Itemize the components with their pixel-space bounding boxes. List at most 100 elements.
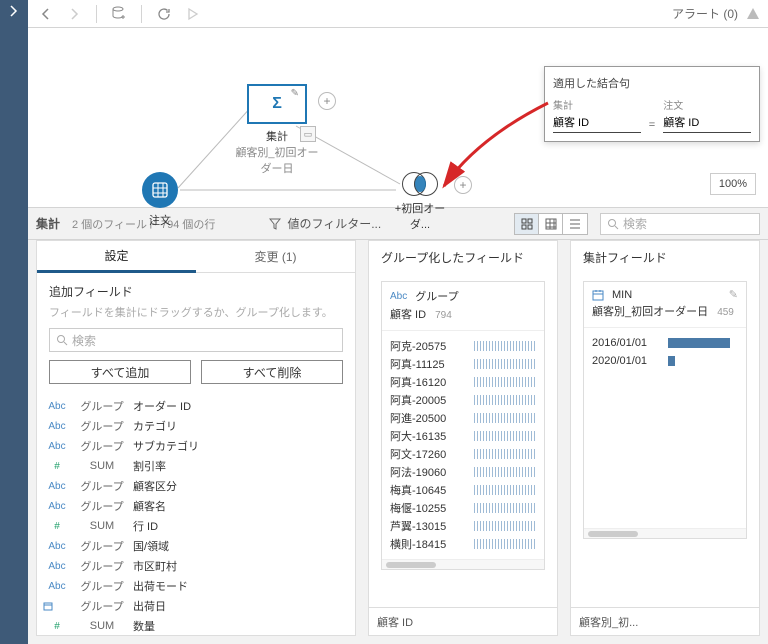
node-orders[interactable]: 注文 — [142, 172, 178, 228]
datasource-button[interactable] — [109, 4, 129, 24]
aggregate-field-card[interactable]: MIN ✎ 顧客別_初回オーダー日 459 2016/01/012020/01/… — [583, 281, 747, 539]
field-name: 顧客名 — [133, 498, 349, 514]
type-icon: Abc — [43, 541, 71, 552]
filter-button[interactable]: 値のフィルター... — [269, 215, 381, 232]
type-icon: Abc — [43, 421, 71, 432]
agg-label: グループ — [73, 558, 131, 574]
histogram-row[interactable]: 横則-18415 — [382, 535, 544, 553]
search-input[interactable]: 検索 — [600, 213, 760, 235]
refresh-button[interactable] — [154, 4, 174, 24]
aggregate-subtitle: 顧客別_初回オーダー日 — [232, 144, 322, 176]
card-field: 顧客 ID — [390, 309, 426, 321]
add-step-button[interactable]: + — [454, 176, 472, 194]
toolbar: アラート (0) — [28, 0, 768, 28]
histogram-row[interactable]: 梅真-10645 — [382, 481, 544, 499]
pencil-icon: ✎ — [291, 88, 299, 99]
field-name: 出荷日 — [133, 598, 349, 614]
histogram-row[interactable]: 2016/01/01 — [584, 334, 746, 352]
field-row[interactable]: グループ出荷日 — [43, 596, 349, 616]
funnel-icon — [269, 218, 281, 230]
callout-left-value[interactable]: 顧客 ID — [553, 112, 641, 133]
field-row[interactable]: Abcグループ顧客区分 — [43, 476, 349, 496]
field-row[interactable]: Abcグループカテゴリ — [43, 416, 349, 436]
agg-label: グループ — [73, 598, 131, 614]
field-name: 市区町村 — [133, 558, 349, 574]
field-row[interactable]: Abcグループ顧客名 — [43, 496, 349, 516]
aggregate-fields-panel: 集計フィールド MIN ✎ 顧客別_初回オーダー日 459 2016/01/01… — [570, 240, 760, 636]
tab-changes[interactable]: 変更 (1) — [196, 241, 355, 272]
type-icon: # — [43, 621, 71, 632]
callout-title: 適用した結合句 — [553, 75, 751, 91]
view-mode-buttons — [514, 213, 588, 235]
card-field: 顧客別_初回オーダー日 — [592, 306, 708, 318]
field-row[interactable]: Abcグループオーダー ID — [43, 396, 349, 416]
field-row[interactable]: Abcグループ出荷モード — [43, 576, 349, 596]
alert-icon — [746, 7, 760, 21]
zoom-indicator[interactable]: 100% — [710, 173, 756, 195]
agg-label: グループ — [73, 498, 131, 514]
type-icon: Abc — [43, 501, 71, 512]
histogram-row[interactable]: 阿法-19060 — [382, 463, 544, 481]
histogram-row[interactable]: 阿克-20575 — [382, 337, 544, 355]
scrollbar[interactable] — [382, 559, 544, 569]
agg-label: SUM — [73, 460, 131, 472]
histogram-row[interactable]: 阿真-16120 — [382, 373, 544, 391]
flow-canvas[interactable]: 注文 ✎ Σ 集計 顧客別_初回オーダー日 + ▭ +初回オーダ... + 適用… — [28, 28, 768, 208]
field-name: 国/領域 — [133, 538, 349, 554]
alerts-label[interactable]: アラート (0) — [672, 5, 738, 22]
field-name: 行 ID — [133, 518, 349, 534]
view-cards-button[interactable] — [515, 214, 539, 234]
back-button[interactable] — [36, 4, 56, 24]
card-count: 794 — [435, 310, 452, 321]
histogram-row[interactable]: 阿進-20500 — [382, 409, 544, 427]
type-icon: Abc — [43, 401, 71, 412]
collapse-button[interactable]: ▭ — [300, 126, 316, 142]
search-icon — [56, 334, 68, 346]
field-name: カテゴリ — [133, 418, 349, 434]
field-row[interactable]: #SUM行 ID — [43, 516, 349, 536]
card-count: 459 — [717, 307, 734, 318]
edit-button[interactable]: ✎ — [729, 288, 738, 301]
agg-label: グループ — [73, 438, 131, 454]
histogram-row[interactable]: 2020/01/01 — [584, 352, 746, 370]
field-row[interactable]: Abcグループ国/領域 — [43, 536, 349, 556]
histogram-row[interactable]: 阿真-11125 — [382, 355, 544, 373]
left-rail[interactable] — [0, 0, 28, 644]
histogram-row[interactable]: 阿文-17260 — [382, 445, 544, 463]
agg-label: グループ — [73, 538, 131, 554]
field-search-input[interactable]: 検索 — [49, 328, 343, 352]
fields-list: Abcグループオーダー IDAbcグループカテゴリAbcグループサブカテゴリ#S… — [37, 394, 355, 635]
venn-icon — [402, 172, 438, 196]
forward-button[interactable] — [64, 4, 84, 24]
type-icon: Abc — [43, 561, 71, 572]
scrollbar[interactable] — [584, 528, 746, 538]
join-callout: 適用した結合句 集計 顧客 ID = 注文 顧客 ID — [544, 66, 760, 142]
type-icon: Abc — [43, 481, 71, 492]
add-all-button[interactable]: すべて追加 — [49, 360, 191, 384]
view-grid-button[interactable] — [539, 214, 563, 234]
callout-right-value[interactable]: 顧客 ID — [663, 112, 751, 133]
run-button[interactable] — [182, 4, 202, 24]
aggregate-fields-title: 集計フィールド — [571, 241, 759, 273]
node-join[interactable]: +初回オーダ... — [390, 172, 450, 232]
sigma-icon: Σ — [272, 95, 282, 113]
remove-all-button[interactable]: すべて削除 — [201, 360, 343, 384]
field-name: 出荷モード — [133, 578, 349, 594]
callout-right-label: 注文 — [663, 97, 751, 112]
field-row[interactable]: #SUM数量 — [43, 616, 349, 635]
histogram-row[interactable]: 阿真-20005 — [382, 391, 544, 409]
histogram-row[interactable]: 阿大-16135 — [382, 427, 544, 445]
card-footer: 顧客 ID — [369, 607, 557, 635]
histogram-row[interactable]: 梅偃-10255 — [382, 499, 544, 517]
field-row[interactable]: Abcグループサブカテゴリ — [43, 436, 349, 456]
agg-label: グループ — [73, 578, 131, 594]
field-row[interactable]: #SUM割引率 — [43, 456, 349, 476]
additional-fields-hint: フィールドを集計にドラッグするか、グループ化します。 — [37, 304, 355, 328]
grouped-field-card[interactable]: Abc グループ 顧客 ID 794 阿克-20575阿真-11125阿真-16… — [381, 281, 545, 570]
add-step-button[interactable]: + — [318, 92, 336, 110]
view-list-button[interactable] — [563, 214, 587, 234]
field-row[interactable]: Abcグループ市区町村 — [43, 556, 349, 576]
tab-settings[interactable]: 設定 — [37, 241, 196, 273]
field-name: オーダー ID — [133, 398, 349, 414]
histogram-row[interactable]: 芦翼-13015 — [382, 517, 544, 535]
